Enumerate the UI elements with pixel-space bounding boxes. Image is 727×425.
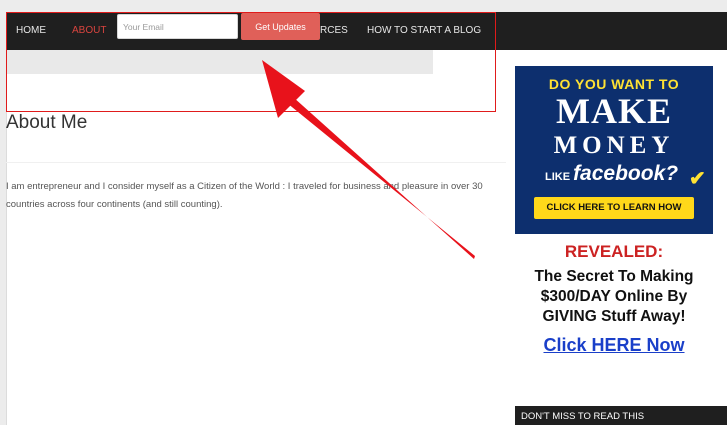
banner-headline: DO YOU WANT TO [548,76,680,92]
ad-revealed-heading: REVEALED: [564,242,664,261]
title-divider [6,162,506,163]
page-title: About Me [6,112,88,133]
banner-money-text: MONEY [553,132,675,159]
banner-make-text: MAKE [556,91,672,131]
make-money-facebook-banner[interactable]: DO YOU WANT TO MAKE MONEY LIKE facebook? … [515,66,713,234]
sidebar-ad: REVEALED: The Secret To Making $300/DAY … [512,242,716,356]
ad-click-here-link[interactable]: Click HERE Now [543,335,684,356]
ad-body-text: The Secret To Making $300/DAY Online By … [534,268,694,325]
banner-like-prefix: LIKE [545,171,571,183]
about-paragraph: I am entrepreneur and I consider myself … [6,181,483,210]
annotation-highlight-box [6,12,496,112]
checkmark-icon: ✔ [689,168,706,190]
banner-like-facebook: LIKE facebook? [545,162,678,186]
dont-miss-widget-header: DON'T MISS TO READ THIS [515,406,727,425]
page: HOME ABOUT Get Updates RCES HOW TO START… [6,12,727,425]
banner-cta-button[interactable]: CLICK HERE TO LEARN HOW [534,197,694,219]
banner-brand: facebook? [573,162,679,185]
